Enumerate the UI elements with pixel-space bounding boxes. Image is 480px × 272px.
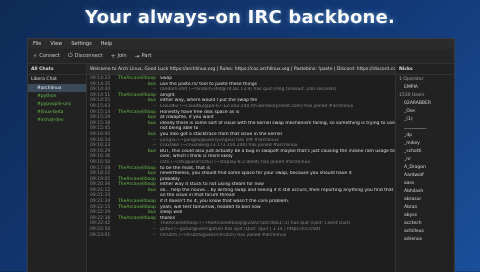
nick-item[interactable]: __________ — [396, 123, 454, 131]
nick-item[interactable]: A_Dragon — [396, 163, 454, 171]
message-nick: -- — [152, 232, 156, 238]
menu-file[interactable]: File — [33, 41, 41, 47]
plus-icon: + — [110, 52, 116, 60]
nick-item[interactable]: Aardwolf — [396, 171, 454, 179]
menu-view[interactable]: View — [50, 41, 62, 47]
disconnect-button[interactable]: ⏻ Disconnect — [68, 52, 103, 60]
nick-item[interactable]: Abhilash — [396, 187, 454, 195]
exit-icon: ⇥ — [134, 52, 140, 60]
message-text: chrutch (~chrutch@user/chrutch) has join… — [160, 232, 287, 238]
sidebar-channel[interactable]: #python — [28, 92, 86, 100]
part-button[interactable]: ⇥ Part — [135, 53, 152, 60]
toolbar: ⚡ Connect ⏻ Disconnect + Join ⇥ Part — [28, 49, 454, 64]
nick-group-header: 1 Operator — [399, 76, 424, 82]
sidebar-network[interactable]: Libera Chat — [28, 75, 86, 84]
nick-item[interactable]: _mikey — [396, 139, 454, 147]
unplug-icon: ⏻ — [67, 52, 73, 59]
message-text: random-shit (~random-shit@74.82.13.9) ha… — [160, 87, 337, 93]
headline: Your always-on IRC backbone. — [84, 7, 396, 28]
plug-icon: ⚡ — [33, 52, 38, 60]
nick-list: Nicks 1 Operator EMPIA 1530 Users 02ARABBER… — [395, 64, 454, 272]
connect-button[interactable]: ⚡ Connect — [33, 53, 60, 60]
nick-item[interactable]: achilleus — [396, 227, 454, 235]
nick-item[interactable]: Abran — [396, 203, 454, 211]
chat-sidebar: All Chats Libera Chat #archlinux #python #… — [28, 64, 87, 272]
sidebar-header: All Chats — [28, 64, 86, 75]
sidebar-channel[interactable]: #pypeople-unc — [28, 100, 86, 108]
nick-item[interactable]: _nr — [396, 155, 454, 163]
nick-item[interactable]: _dp — [396, 131, 454, 139]
nick-group-header: 1530 Users — [399, 92, 425, 98]
menu-settings[interactable]: Settings — [71, 41, 92, 47]
chat-pane: Welcome to Arch Linux, Good Luck https:/… — [87, 64, 395, 272]
nick-item[interactable]: abyss — [396, 211, 454, 219]
nick-item[interactable]: EMPIA — [396, 83, 454, 91]
nick-item[interactable]: adrenos — [396, 235, 454, 243]
message-row: 09:23:01 -- chrutch (~chrutch@user/chrutch… — [87, 233, 395, 239]
nick-item[interactable]: acctech — [396, 219, 454, 227]
nick-item[interactable]: _schotti — [396, 147, 454, 155]
sidebar-channel[interactable]: #irchat-dev — [28, 116, 86, 124]
join-button[interactable]: + Join — [110, 53, 126, 60]
channel-topic: Welcome to Arch Linux, Good Luck https:/… — [87, 64, 395, 75]
message-timestamp: 09:23:01 — [90, 232, 111, 238]
menu-help[interactable]: Help — [101, 41, 112, 47]
nick-item[interactable]: 02ARABBER — [396, 99, 454, 107]
sidebar-channel[interactable]: #linux-beta — [28, 108, 86, 116]
message-log[interactable]: 09:14:23 TheArcanelltioop Swap 09:14:35 bus u… — [87, 75, 395, 272]
nick-item[interactable]: _(1) — [396, 115, 454, 123]
nick-item[interactable]: abrasur — [396, 195, 454, 203]
nick-item[interactable]: _Ose — [396, 107, 454, 115]
menu-bar: File View Settings Help — [28, 39, 454, 49]
app-window: File View Settings Help ⚡ Connect ⏻ Discon… — [27, 38, 455, 272]
message-text: nevertheless, you should find some space… — [160, 171, 352, 177]
nick-list-header: Nicks — [396, 64, 454, 75]
nick-item[interactable]: aaro — [396, 179, 454, 187]
sidebar-channel[interactable]: #archlinux — [28, 84, 86, 92]
